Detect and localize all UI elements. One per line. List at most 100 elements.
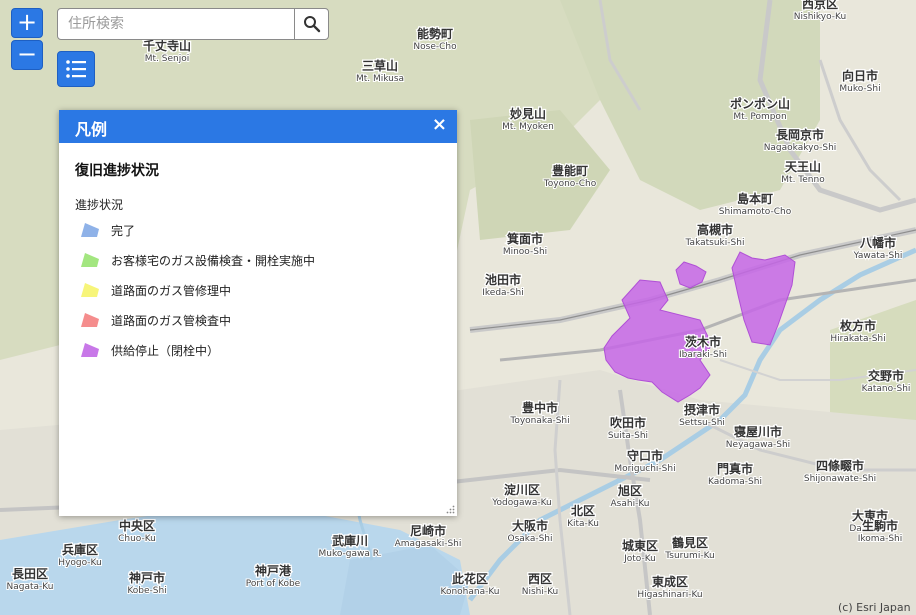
- map-label-en: Kobe-Shi: [127, 586, 166, 596]
- map-label-en: Mt. Myoken: [502, 122, 554, 132]
- legend-swatch: [81, 343, 99, 357]
- list-icon: [66, 60, 86, 78]
- map-label-ja: 神戸港: [255, 563, 292, 578]
- map-label-en: Moriguchi-Shi: [614, 464, 675, 474]
- map-label-ja: 箕面市: [507, 231, 543, 246]
- resize-handle-icon[interactable]: [446, 505, 455, 514]
- map-label-en: Hyogo-Ku: [58, 558, 101, 568]
- legend-item-label: お客様宅のガス設備検査・開栓実施中: [111, 253, 316, 268]
- map-label-en: Settsu-Shi: [679, 418, 725, 428]
- map-label-en: Kita-Ku: [567, 519, 599, 529]
- map-label-ja: 鶴見区: [672, 535, 708, 550]
- zoom-in-button[interactable]: +: [11, 8, 43, 38]
- search-button[interactable]: [294, 9, 328, 39]
- map-label-ja: 城東区: [622, 538, 658, 553]
- address-search-box: [57, 8, 329, 40]
- map-label-ja: 八幡市: [859, 235, 896, 250]
- layer-list-button[interactable]: [57, 51, 95, 87]
- map-label-en: Hirakata-Shi: [830, 334, 885, 344]
- legend-item: お客様宅のガス設備検査・開栓実施中: [81, 250, 315, 270]
- map-attribution: (c) Esri Japan: [838, 601, 911, 614]
- map-label-en: Nishi-Ku: [522, 587, 559, 597]
- map-label-ja: 茨木市: [685, 334, 721, 349]
- legend-header: 凡例 ×: [59, 110, 457, 143]
- zoom-out-button[interactable]: −: [11, 40, 43, 70]
- map-label-en: Muko-gawa R.: [318, 549, 381, 559]
- map-label-en: Chuo-Ku: [118, 534, 156, 544]
- map-label-en: Nishikyo-Ku: [794, 12, 846, 22]
- map-label-en: Toyono-Cho: [543, 179, 597, 189]
- map-label-ja: 妙見山: [510, 106, 546, 121]
- map-label-en: Osaka-Shi: [507, 534, 552, 544]
- map-label-ja: 摂津市: [684, 402, 720, 417]
- map-label-ja: 西京区: [802, 0, 838, 11]
- map-label-en: Minoo-Shi: [503, 247, 547, 257]
- map-label-ja: 兵庫区: [62, 542, 98, 557]
- map-label-ja: 東成区: [652, 574, 688, 589]
- map-label-ja: 旭区: [617, 483, 642, 498]
- legend-swatch: [81, 283, 99, 297]
- legend-item: 供給停止（閉栓中）: [81, 340, 219, 360]
- map-label-ja: 枚方市: [840, 318, 876, 333]
- map-label-en: Mt. Tenno: [781, 175, 825, 185]
- map-label-ja: 此花区: [452, 571, 488, 586]
- legend-item: 完了: [81, 220, 135, 240]
- map-label-en: Mt. Pompon: [733, 112, 786, 122]
- map-label-ja: 西区: [528, 572, 552, 586]
- map-label-ja: 島本町: [737, 191, 773, 206]
- map-label-ja: 門真市: [717, 461, 753, 476]
- map-label-ja: 寝屋川市: [734, 424, 782, 439]
- legend-item-label: 完了: [111, 223, 136, 238]
- map-label-en: Muko-Shi: [839, 84, 880, 94]
- map-label-en: Shijonawate-Shi: [804, 474, 876, 484]
- legend-subheading: 進捗状況: [75, 198, 124, 212]
- map-label-en: Katano-Shi: [862, 384, 911, 394]
- legend-title: 凡例: [75, 120, 108, 139]
- map-label-ja: 武庫川: [332, 533, 368, 548]
- map-label-en: Higashinari-Ku: [637, 590, 702, 600]
- map-label-en: Nose-Cho: [413, 42, 457, 52]
- map-label-ja: 神戸市: [129, 570, 165, 585]
- map-label-ja: 豊中市: [522, 400, 558, 415]
- map-label-ja: 三草山: [362, 58, 398, 73]
- legend-item-label: 供給停止（閉栓中）: [111, 343, 220, 358]
- close-icon[interactable]: ×: [432, 114, 447, 135]
- map-label-ja: ポンポン山: [730, 96, 790, 111]
- legend-heading: 復旧進捗状況: [75, 163, 159, 179]
- map-label-en: Yawata-Shi: [853, 251, 903, 261]
- legend-swatch: [81, 313, 99, 327]
- map-label-en: Tsurumi-Ku: [664, 551, 714, 561]
- map-label-en: Suita-Shi: [608, 431, 648, 441]
- map-label-en: Ibaraki-Shi: [679, 350, 727, 360]
- map-label-ja: 長田区: [12, 566, 48, 581]
- map-label-ja: 天王山: [785, 159, 821, 174]
- map-label-en: Toyonaka-Shi: [509, 416, 569, 426]
- legend-panel: 凡例 × 復旧進捗状況 進捗状況 完了お客様宅のガス設備検査・開栓実施中 道路面の…: [59, 110, 457, 516]
- map-label-ja: 中央区: [119, 518, 155, 533]
- legend-item-label: 道路面のガス管検査中: [111, 313, 232, 328]
- map-label-ja: 能勢町: [417, 26, 453, 41]
- legend-swatch: [81, 253, 99, 267]
- map-label-ja: 長岡京市: [776, 127, 824, 142]
- map-label-en: Neyagawa-Shi: [726, 440, 790, 450]
- map-label-ja: 高槻市: [697, 222, 733, 237]
- map-label-ja: 生駒市: [862, 518, 898, 533]
- map-label-en: Nagaokakyo-Shi: [764, 143, 837, 153]
- map-label-ja: 池田市: [485, 272, 521, 287]
- address-search-input[interactable]: [58, 9, 296, 39]
- legend-item: 道路面のガス管修理中: [81, 280, 231, 300]
- map-label-ja: 千丈寺山: [143, 38, 191, 53]
- map-label-en: Konohana-Ku: [440, 587, 499, 597]
- map-label-ja: 豊能町: [552, 163, 588, 178]
- map-label-ja: 大阪市: [512, 518, 548, 533]
- legend-item-label: 道路面のガス管修理中: [111, 283, 232, 298]
- map-label-ja: 尼崎市: [410, 523, 446, 538]
- map-label-en: Yodogawa-Ku: [491, 498, 552, 508]
- map-label-en: Shimamoto-Cho: [719, 207, 792, 217]
- legend-item: 道路面のガス管検査中: [81, 310, 231, 330]
- map-label-en: Mt. Mikusa: [356, 74, 404, 84]
- map-label-ja: 向日市: [842, 68, 878, 83]
- map-label-en: Ikeda-Shi: [482, 288, 523, 298]
- map-label-ja: 吹田市: [610, 415, 646, 430]
- map-label-en: Mt. Senjoi: [145, 54, 189, 64]
